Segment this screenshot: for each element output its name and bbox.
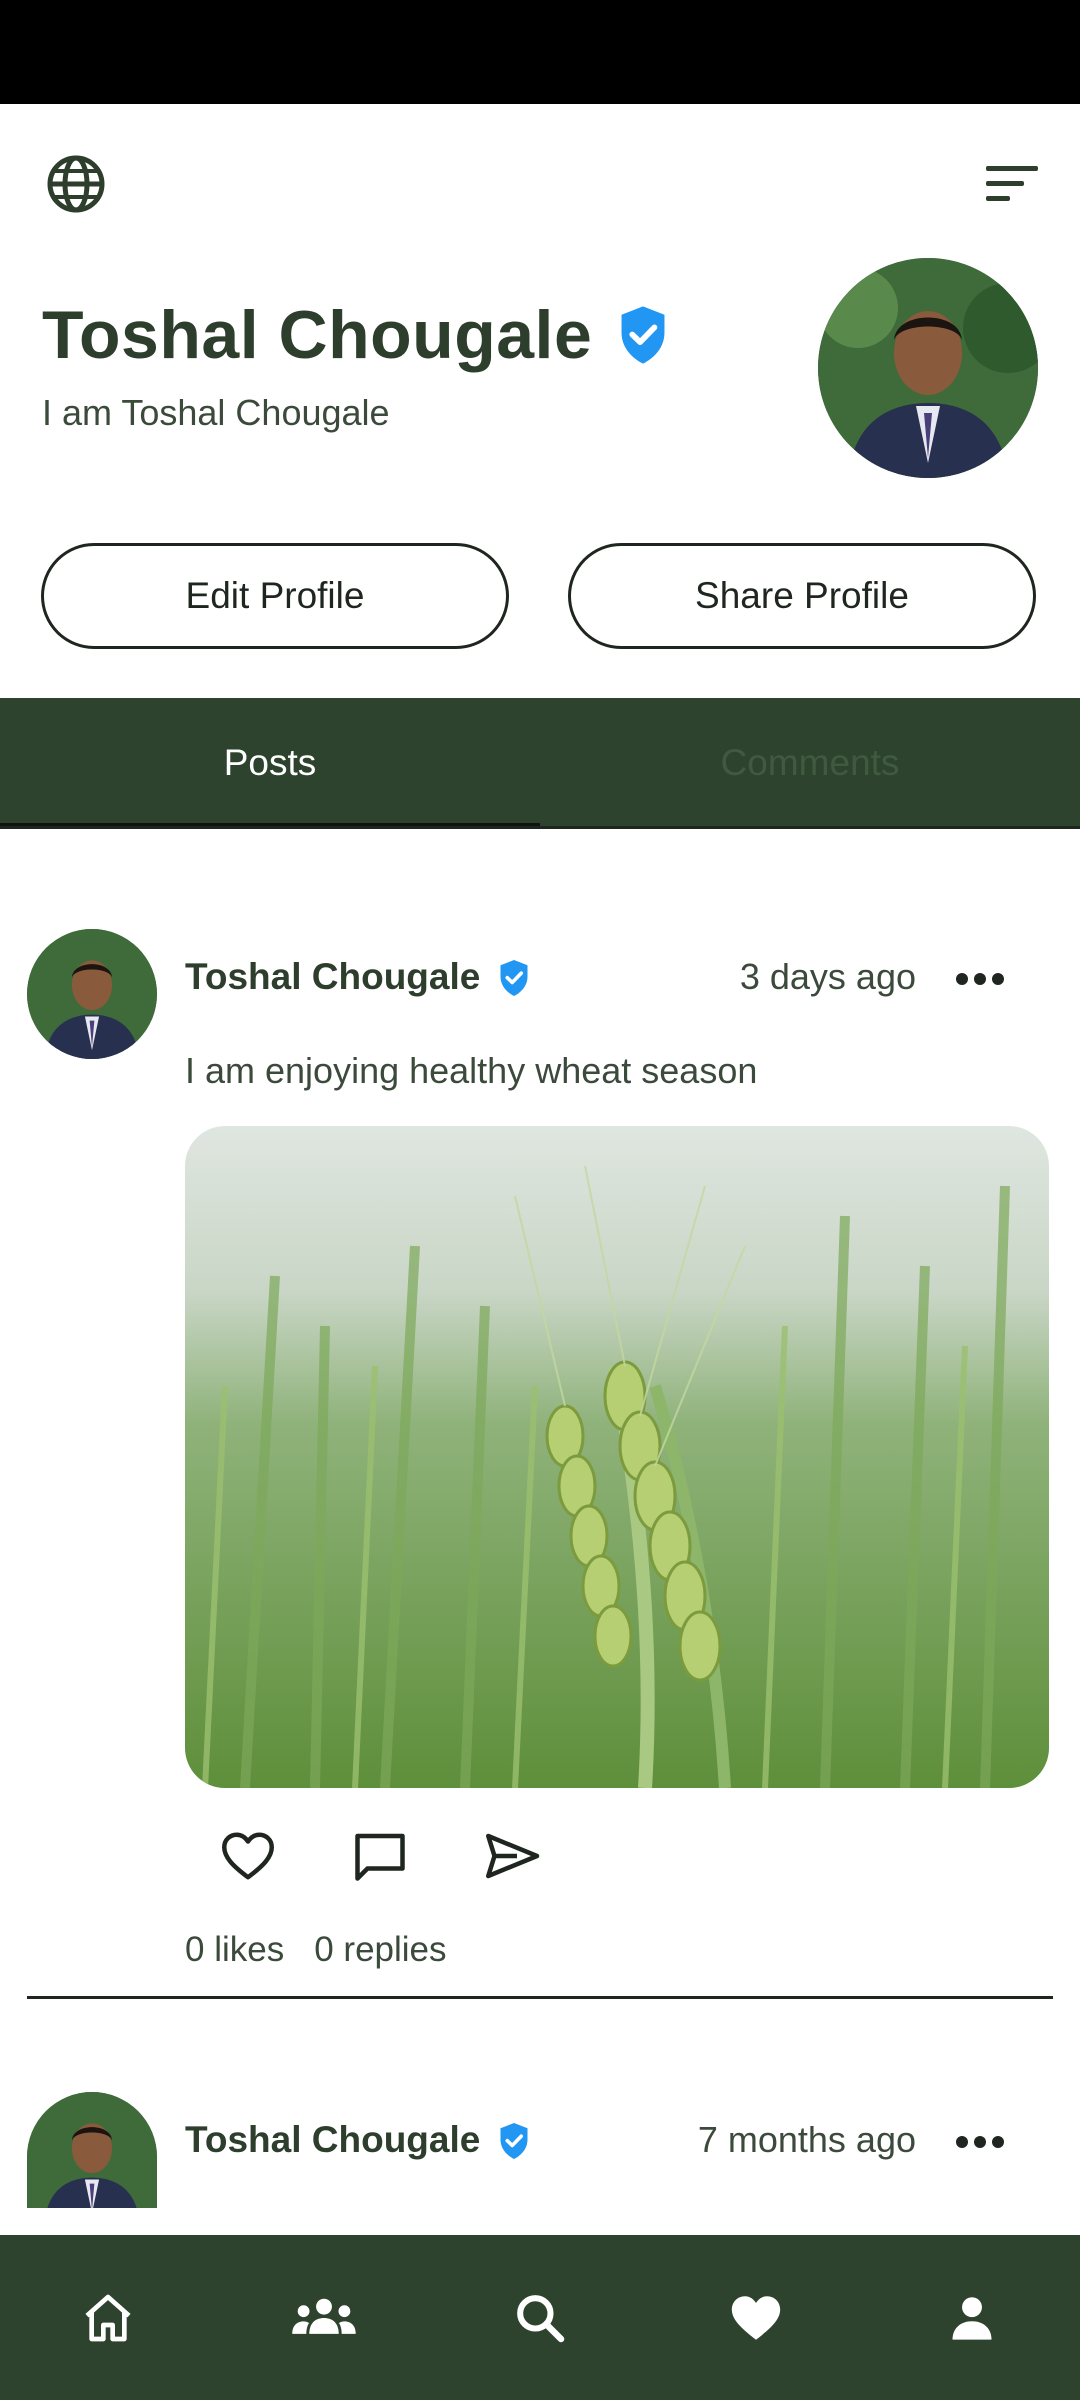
nav-search[interactable] [500,2278,580,2358]
likes-count[interactable]: 0 likes [185,1930,284,1970]
wheat-photo [185,1126,1049,1788]
profile-icon [952,2296,992,2340]
like-button[interactable] [218,1826,278,1886]
share-profile-button[interactable]: Share Profile [568,543,1036,649]
profile-avatar[interactable] [818,258,1038,478]
status-bar [0,0,1080,104]
post-actions [218,1826,542,1886]
avatar-photo [818,258,1038,478]
bottom-navigation [0,2235,1080,2400]
home-icon [85,2294,131,2341]
nav-activity[interactable] [716,2278,796,2358]
menu-button[interactable] [984,158,1040,210]
globe-icon [47,155,105,213]
more-dot [992,973,1004,985]
post-image[interactable] [185,1126,1049,1788]
nav-profile[interactable] [932,2278,1012,2358]
tab-posts[interactable]: Posts [0,698,540,828]
avatar-photo [27,2092,157,2208]
post-author-avatar[interactable] [27,2092,157,2208]
community-icon [292,2298,356,2334]
verified-badge-icon [621,306,665,364]
heart-outline-icon [222,1832,274,1880]
post-counts: 0 likes 0 replies [185,1930,447,1970]
nav-home[interactable] [68,2278,148,2358]
verified-badge-icon [500,960,528,996]
more-dot [974,973,986,985]
profile-name: Toshal Chougale [42,297,593,373]
more-dot [992,2136,1004,2148]
verified-badge-icon [500,2123,528,2159]
post-timestamp: 7 months ago [697,2119,916,2160]
more-dot [956,973,968,985]
comment-icon [355,1833,405,1881]
profile-bio: I am Toshal Chougale [42,392,390,433]
tabs-divider [0,826,1080,829]
edit-profile-button[interactable]: Edit Profile [41,543,509,649]
search-icon [517,2294,565,2342]
language-button[interactable] [44,152,108,216]
more-dot [956,2136,968,2148]
post-timestamp: 3 days ago [739,956,916,997]
more-dot [974,2136,986,2148]
menu-icon [986,166,1038,201]
post-divider [27,1996,1053,1999]
heart-icon [731,2295,781,2340]
nav-community[interactable] [284,2278,364,2358]
share-button[interactable] [482,1826,542,1886]
post-author-avatar[interactable] [27,929,157,1059]
replies-count[interactable]: 0 replies [314,1930,446,1970]
post-text: I am enjoying healthy wheat season [185,1050,758,1091]
post-more-button[interactable] [956,2132,1008,2152]
send-icon [486,1833,540,1879]
profile-tabs: Posts Comments [0,698,1080,828]
avatar-photo [27,929,157,1059]
post-author-name[interactable]: Toshal Chougale [185,2119,480,2161]
post-more-button[interactable] [956,969,1008,989]
reply-button[interactable] [350,1826,410,1886]
post-author-name[interactable]: Toshal Chougale [185,956,480,998]
profile-name-row: Toshal Chougale [42,296,672,374]
tab-comments[interactable]: Comments [540,698,1080,828]
